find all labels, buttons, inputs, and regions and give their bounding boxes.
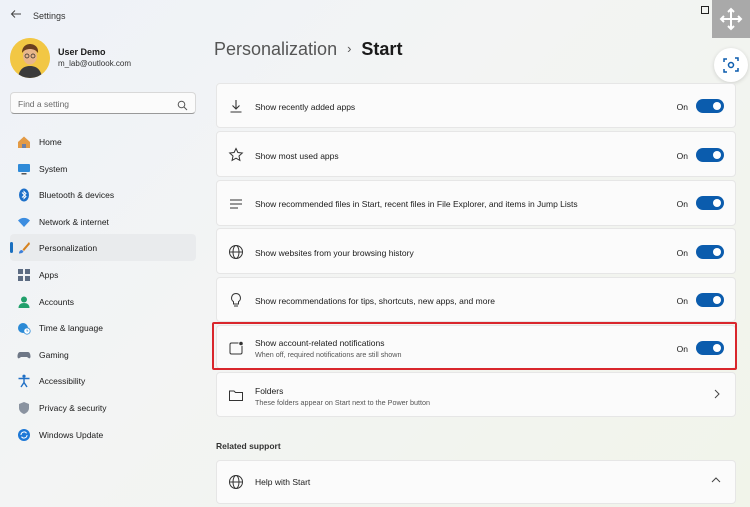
toggle-switch[interactable]: [696, 293, 724, 307]
back-arrow-icon[interactable]: [6, 8, 26, 24]
folder-icon: [228, 387, 244, 403]
sidebar-item-label: Personalization: [39, 243, 98, 254]
toggle-state-label: On: [676, 102, 688, 112]
apps-icon: [17, 268, 31, 282]
system-icon: [17, 162, 31, 176]
setting-row-folders[interactable]: Folders These folders appear on Start ne…: [216, 372, 736, 417]
globe-icon: [228, 474, 244, 490]
update-icon: [17, 428, 31, 442]
setting-row-recommended-files[interactable]: Show recommended files in Start, recent …: [216, 180, 736, 226]
sidebar-item-apps[interactable]: Apps: [10, 261, 196, 288]
sidebar-item-accessibility[interactable]: Accessibility: [10, 367, 196, 394]
setting-title: Help with Start: [255, 477, 311, 487]
sidebar-item-label: Windows Update: [39, 429, 104, 440]
breadcrumb-parent[interactable]: Personalization: [214, 39, 337, 59]
setting-title: Show recommendations for tips, shortcuts…: [255, 296, 496, 306]
sidebar-item-label: Bluetooth & devices: [39, 190, 115, 201]
search-input[interactable]: Find a setting: [10, 92, 196, 114]
setting-row-websites[interactable]: Show websites from your browsing history…: [216, 228, 736, 274]
search-icon[interactable]: [177, 98, 188, 111]
page-title: Start: [361, 39, 403, 59]
sidebar-item-gaming[interactable]: Gaming: [10, 341, 196, 368]
screen-capture-button[interactable]: [714, 48, 748, 82]
sidebar-item-bluetooth[interactable]: Bluetooth & devices: [10, 181, 196, 208]
lightbulb-icon: [228, 292, 244, 308]
shield-icon: [17, 401, 31, 415]
sidebar-item-home[interactable]: Home: [10, 128, 196, 155]
chevron-right-icon: [713, 389, 721, 402]
highlight-box: [212, 322, 737, 370]
window-title: Settings: [33, 11, 66, 21]
help-with-start-expander[interactable]: Help with Start: [216, 460, 736, 504]
sidebar-item-label: System: [39, 163, 68, 174]
sidebar-item-personalization[interactable]: Personalization: [10, 234, 196, 261]
setting-title: Show most used apps: [255, 151, 339, 161]
download-icon: [228, 98, 244, 114]
avatar: [10, 38, 50, 78]
toggle-switch[interactable]: [696, 245, 724, 259]
setting-row-recommendations[interactable]: Show recommendations for tips, shortcuts…: [216, 277, 736, 322]
toggle-state-label: On: [676, 151, 688, 161]
section-heading: Related support: [216, 441, 281, 451]
toggle-state-label: On: [676, 199, 688, 209]
toggle-switch[interactable]: [696, 148, 724, 162]
user-name: User Demo: [58, 47, 106, 57]
sidebar-nav: Home System Bluetooth & devices Network …: [10, 128, 196, 447]
gamepad-icon: [17, 348, 31, 362]
setting-title: Folders: [255, 386, 284, 396]
brush-icon: [17, 241, 31, 255]
sidebar-item-time-language[interactable]: Time & language: [10, 314, 196, 341]
accessibility-icon: [17, 374, 31, 388]
sidebar-item-label: Home: [39, 137, 62, 147]
setting-title: Show websites from your browsing history: [255, 248, 414, 258]
sidebar-item-label: Privacy & security: [39, 402, 107, 413]
setting-row-recently-added[interactable]: Show recently added apps On: [216, 83, 736, 128]
sidebar-item-privacy[interactable]: Privacy & security: [10, 394, 196, 421]
sidebar-item-network[interactable]: Network & internet: [10, 208, 196, 235]
sidebar-item-label: Accessibility: [39, 376, 86, 387]
globe-icon: [228, 244, 244, 260]
setting-title: Show recommended files in Start, recent …: [255, 199, 578, 209]
user-profile[interactable]: User Demo m_lab@outlook.com: [10, 38, 210, 80]
home-icon: [17, 135, 31, 149]
chevron-up-icon[interactable]: [711, 476, 721, 487]
search-placeholder: Find a setting: [18, 99, 70, 109]
globe-clock-icon: [17, 321, 31, 335]
toggle-switch[interactable]: [696, 99, 724, 113]
toggle-state-label: On: [676, 248, 688, 258]
sidebar-item-label: Gaming: [39, 349, 69, 360]
toggle-switch[interactable]: [696, 196, 724, 210]
setting-row-most-used[interactable]: Show most used apps On: [216, 131, 736, 177]
sidebar-item-label: Apps: [39, 269, 59, 280]
sidebar-item-label: Accounts: [39, 296, 74, 307]
chevron-right-icon: ›: [347, 41, 352, 56]
list-icon: [228, 196, 244, 212]
accounts-icon: [17, 295, 31, 309]
sidebar-item-system[interactable]: System: [10, 155, 196, 182]
title-bar: Settings: [0, 0, 750, 32]
sidebar-item-label: Time & language: [39, 323, 103, 334]
toggle-state-label: On: [676, 296, 688, 306]
user-email: m_lab@outlook.com: [58, 59, 132, 68]
setting-title: Show recently added apps: [255, 102, 356, 112]
breadcrumb: Personalization › Start: [214, 39, 402, 60]
setting-subtitle: These folders appear on Start next to th…: [255, 398, 431, 407]
sidebar-item-label: Network & internet: [39, 216, 109, 227]
star-icon: [228, 147, 244, 163]
maximize-icon[interactable]: [701, 6, 709, 14]
wifi-icon: [17, 215, 31, 229]
move-icon[interactable]: [712, 0, 750, 38]
sidebar-item-accounts[interactable]: Accounts: [10, 288, 196, 315]
sidebar-item-windows-update[interactable]: Windows Update: [10, 421, 196, 448]
bluetooth-icon: [17, 188, 31, 202]
